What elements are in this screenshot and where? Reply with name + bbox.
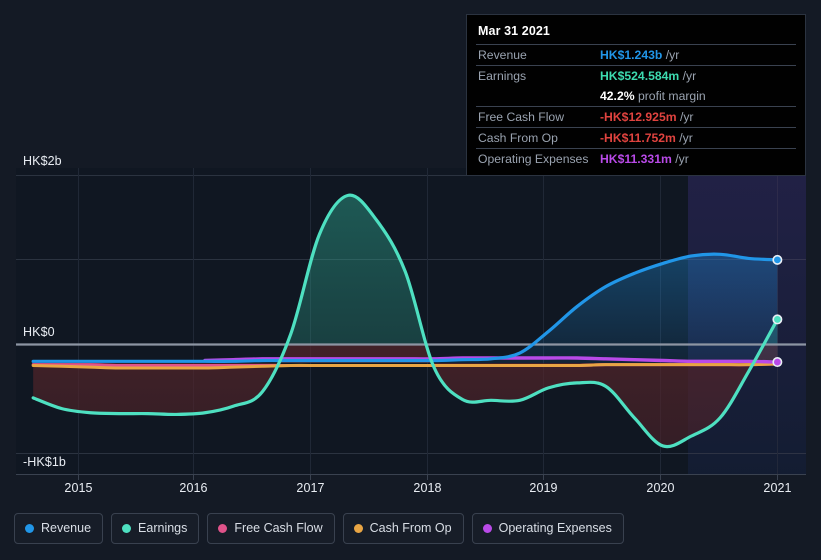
tooltip-table: Revenue HK$1.243b /yr Earnings HK$524.584m …	[476, 44, 796, 169]
legend-item-label: Cash From Op	[369, 521, 452, 535]
profit-margin-label: profit margin	[634, 89, 706, 103]
tooltip-row-label: Operating Expenses	[476, 148, 598, 169]
endpoint-marker	[772, 254, 783, 265]
tooltip-metric-value: HK$524.584m	[600, 69, 680, 83]
tooltip-row: Free Cash Flow -HK$12.925m /yr	[476, 106, 796, 128]
legend-color-dot-icon	[122, 524, 132, 533]
legend-color-dot-icon	[482, 524, 492, 533]
tooltip-metric-value: HK$11.331m	[600, 152, 672, 166]
x-axis-ticks	[78, 475, 778, 480]
legend-item-label: Earnings	[138, 521, 188, 535]
tooltip-row-label: Revenue	[476, 44, 598, 66]
legend-color-dot-icon	[353, 524, 363, 533]
legend-item-label: Operating Expenses	[498, 521, 612, 535]
tooltip-metric-unit: /yr	[679, 69, 697, 83]
tooltip-row-label: Earnings	[476, 65, 598, 86]
tooltip-row: Revenue HK$1.243b /yr	[476, 44, 796, 66]
y-tick-label-zero: HK$0	[23, 325, 55, 339]
tooltip-row-value: -HK$12.925m /yr	[598, 106, 796, 128]
legend-item-free-cash-flow[interactable]: Free Cash Flow	[207, 513, 335, 544]
tooltip-metric-unit: /yr	[675, 131, 693, 145]
legend-item-cash-from-op[interactable]: Cash From Op	[342, 513, 464, 544]
tooltip-metric-unit: /yr	[662, 48, 680, 62]
tooltip-metric-value: -HK$11.752m	[600, 131, 676, 145]
tooltip-row-value: HK$524.584m /yr	[598, 65, 796, 86]
tooltip-metric-unit: /yr	[671, 152, 689, 166]
tooltip-row-label: Free Cash Flow	[476, 106, 598, 128]
legend-item-operating-expenses[interactable]: Operating Expenses	[471, 513, 624, 544]
endpoint-marker	[772, 357, 783, 368]
tooltip-metric-value: -HK$12.925m	[600, 110, 677, 124]
legend-color-dot-icon	[218, 524, 228, 533]
chart-legend[interactable]: Revenue Earnings Free Cash Flow Cash From O…	[14, 513, 624, 544]
x-tick-label-2019: 2019	[529, 481, 558, 495]
tooltip-row-value: -HK$11.752m /yr	[598, 127, 796, 149]
data-tooltip: Mar 31 2021 Revenue HK$1.243b /yr Earnings…	[466, 14, 806, 176]
legend-item-earnings[interactable]: Earnings	[111, 513, 200, 544]
tooltip-metric-unit: /yr	[676, 110, 694, 124]
tooltip-row: Earnings HK$524.584m /yr	[476, 65, 796, 86]
tooltip-row: Cash From Op -HK$11.752m /yr	[476, 127, 796, 149]
profit-margin-value: 42.2%	[600, 89, 635, 103]
tooltip-row-value: 42.2% profit margin	[598, 86, 796, 107]
y-tick-label-bottom: -HK$1b	[23, 455, 66, 469]
tooltip-row-label	[476, 86, 598, 107]
legend-item-label: Free Cash Flow	[234, 521, 323, 535]
legend-item-label: Revenue	[41, 521, 92, 535]
tooltip-metric-value: HK$1.243b	[600, 48, 663, 62]
chart-screenshot: HK$2b HK$0 -HK$1b 2015 2016 2017 2018 2019 20…	[0, 0, 821, 560]
tooltip-row-value: HK$1.243b /yr	[598, 44, 796, 66]
x-tick-label-2021: 2021	[763, 481, 792, 495]
tooltip-row-label: Cash From Op	[476, 127, 598, 149]
y-tick-label-top: HK$2b	[23, 154, 62, 168]
legend-item-revenue[interactable]: Revenue	[14, 513, 104, 544]
tooltip-row-value: HK$11.331m /yr	[598, 148, 796, 169]
tooltip-row: Operating Expenses HK$11.331m /yr	[476, 148, 796, 169]
x-tick-label-2016: 2016	[179, 481, 208, 495]
endpoint-marker	[772, 314, 783, 325]
tooltip-date: Mar 31 2021	[478, 24, 550, 38]
x-tick-label-2018: 2018	[413, 481, 442, 495]
tooltip-row: 42.2% profit margin	[476, 86, 796, 107]
legend-color-dot-icon	[25, 524, 34, 533]
x-tick-label-2020: 2020	[646, 481, 675, 495]
x-tick-label-2017: 2017	[296, 481, 325, 495]
x-tick-label-2015: 2015	[64, 481, 93, 495]
